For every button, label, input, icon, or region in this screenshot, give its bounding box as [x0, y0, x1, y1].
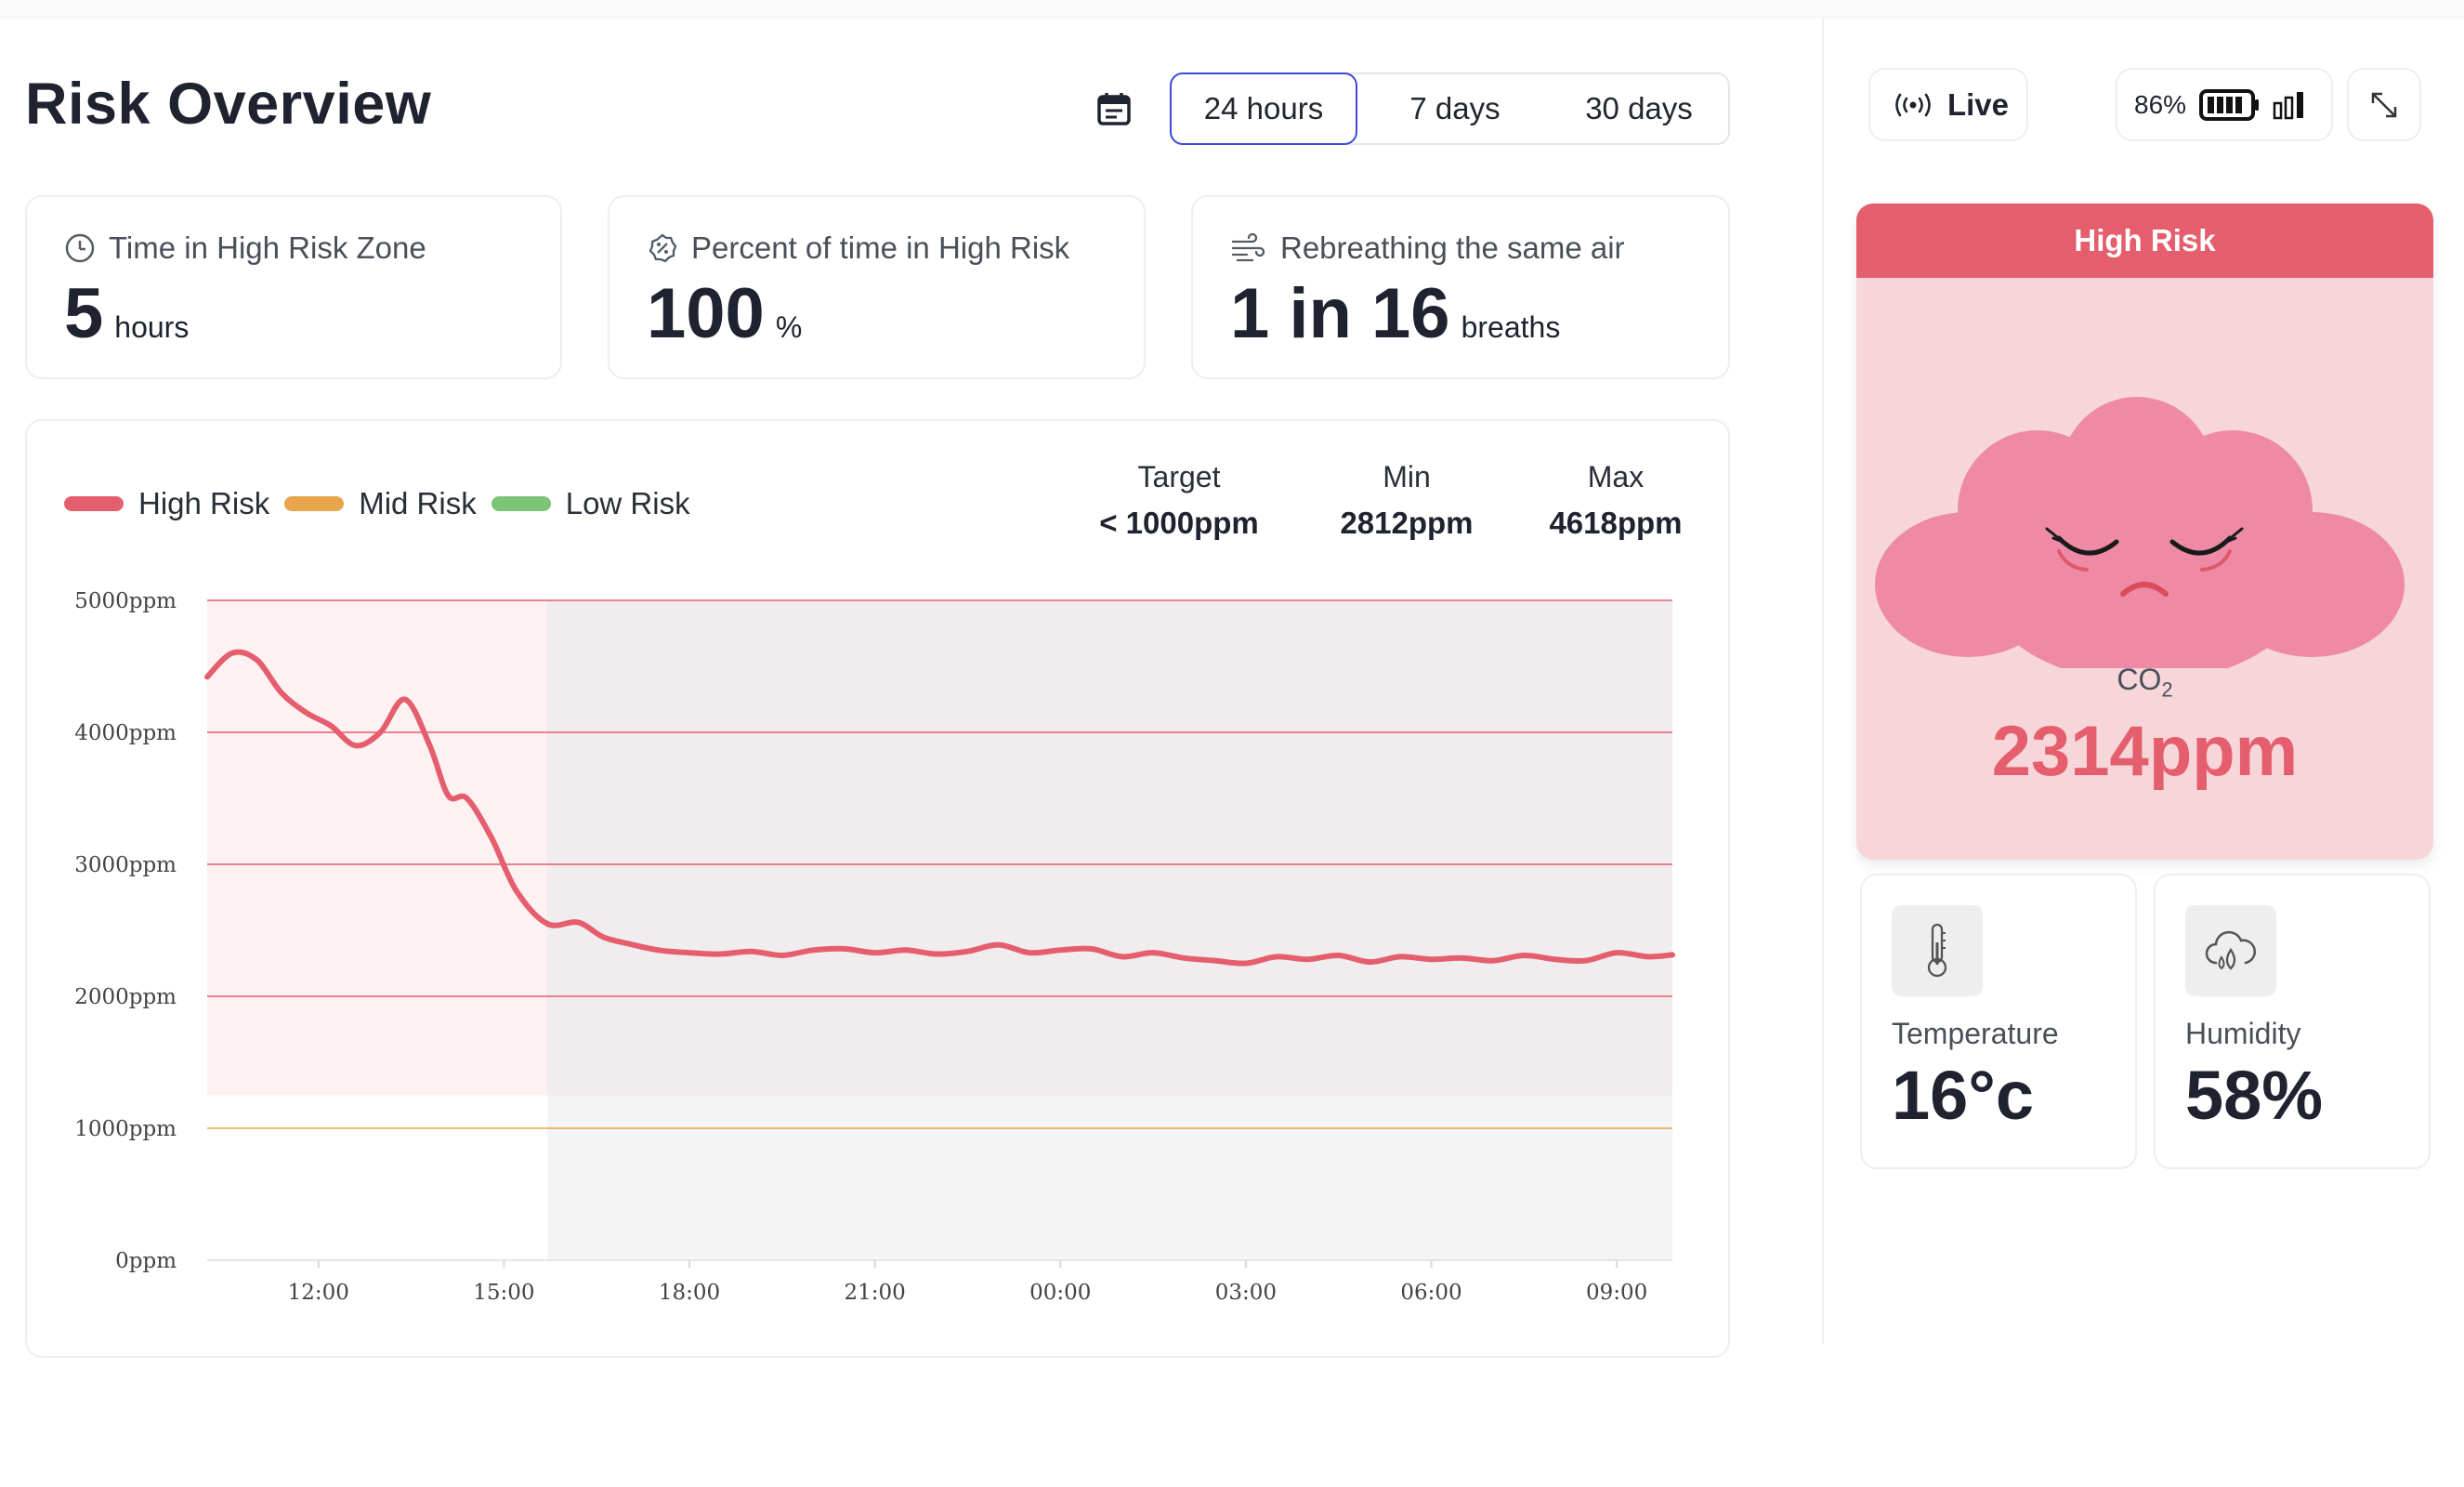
- condition-value: 58%: [2185, 1057, 2324, 1134]
- stat-label-row: Rebreathing the same air: [1230, 230, 1625, 266]
- live-label: Live: [1946, 86, 2010, 122]
- x-tick-label: 00:00: [1029, 1281, 1091, 1305]
- metric-target: Target < 1000ppm: [1095, 460, 1263, 541]
- legend-swatch: [64, 496, 124, 511]
- legend-label: Mid Risk: [359, 486, 477, 520]
- stat-unit: breaths: [1461, 310, 1561, 344]
- stat-value-row: 5 hours: [64, 273, 189, 354]
- range-30-days-button[interactable]: 30 days: [1548, 72, 1730, 145]
- metric-value: 4618ppm: [1549, 506, 1683, 540]
- sad-cloud-icon: [1875, 397, 2405, 668]
- legend-item-mid-risk: Mid Risk: [284, 486, 477, 521]
- expand-button[interactable]: [2347, 68, 2421, 141]
- thermometer-icon: [1927, 923, 1947, 978]
- stat-value: 100: [647, 274, 765, 353]
- battery-icon: [2199, 88, 2260, 121]
- legend-swatch: [491, 496, 551, 511]
- time-range-selector: 24 hours 7 days 30 days: [1170, 72, 1730, 145]
- stat-unit: %: [775, 310, 803, 344]
- legend-label: High Risk: [138, 486, 270, 520]
- y-tick-label: 4000ppm: [74, 721, 177, 745]
- live-button[interactable]: Live: [1868, 68, 2028, 141]
- calendar-icon[interactable]: [1096, 91, 1132, 126]
- x-tick-label: 06:00: [1400, 1281, 1461, 1305]
- stat-label: Time in High Risk Zone: [109, 230, 426, 265]
- metric-label: Target: [1137, 460, 1221, 493]
- clock-icon: [65, 233, 95, 263]
- range-24-hours-button[interactable]: 24 hours: [1170, 72, 1357, 145]
- stat-value: 1 in 16: [1230, 274, 1450, 353]
- current-risk-card: High Risk CO2 2314ppm: [1856, 204, 2433, 860]
- co2-label-subscript: 2: [2161, 678, 2173, 702]
- range-7-days-button[interactable]: 7 days: [1362, 72, 1548, 145]
- chart-legend: High Risk Mid Risk Low Risk: [64, 486, 705, 521]
- stat-card-rebreathing: Rebreathing the same air 1 in 16 breaths: [1191, 195, 1730, 379]
- y-tick-label: 0ppm: [115, 1249, 177, 1273]
- x-tick-label: 21:00: [844, 1281, 905, 1305]
- temperature-card: Temperature 16°c: [1860, 874, 2137, 1169]
- signal-bars-icon: [2273, 91, 2304, 119]
- stat-card-percent-high-risk: Percent of time in High Risk 100 %: [608, 195, 1146, 379]
- x-tick-label: 18:00: [659, 1281, 720, 1305]
- condition-value: 16°c: [1892, 1057, 2035, 1134]
- stat-unit: hours: [114, 310, 190, 344]
- y-tick-label: 2000ppm: [74, 985, 177, 1009]
- co2-label-text: CO: [2117, 663, 2162, 696]
- metric-value: 2812ppm: [1340, 506, 1474, 540]
- metric-max: Max 4618ppm: [1537, 460, 1695, 541]
- x-tick-label: 12:00: [288, 1281, 349, 1305]
- page-title: Risk Overview: [25, 72, 432, 137]
- y-tick-label: 1000ppm: [74, 1117, 177, 1141]
- co2-label: CO2: [1856, 663, 2433, 702]
- condition-label: Temperature: [1892, 1017, 2059, 1050]
- humidity-icon-box: [2185, 905, 2276, 996]
- humidity-cloud-icon: [2205, 930, 2257, 970]
- co2-line-chart: 0ppm 1000ppm 2000ppm 3000ppm 4000ppm 5000ppm 1…: [74, 589, 1675, 1305]
- legend-item-high-risk: High Risk: [64, 486, 269, 521]
- legend-label: Low Risk: [565, 486, 690, 520]
- stat-label-row: Time in High Risk Zone: [64, 230, 426, 266]
- stat-label: Rebreathing the same air: [1280, 230, 1625, 265]
- y-tick-label: 3000ppm: [74, 853, 177, 877]
- past-high-risk-shading: [546, 600, 1672, 1096]
- metric-label: Min: [1383, 460, 1431, 493]
- legend-item-low-risk: Low Risk: [491, 486, 690, 521]
- metric-value: < 1000ppm: [1099, 506, 1259, 540]
- y-tick-label: 5000ppm: [74, 589, 177, 613]
- panel-divider: [1822, 17, 1824, 1344]
- stat-value-row: 1 in 16 breaths: [1230, 273, 1560, 354]
- risk-level-header: High Risk: [1856, 204, 2433, 278]
- battery-percent: 86%: [2134, 89, 2187, 119]
- stat-value-row: 100 %: [647, 273, 802, 354]
- legend-swatch: [284, 496, 345, 511]
- live-broadcast-icon: [1895, 93, 1931, 116]
- metric-label: Max: [1587, 460, 1645, 493]
- x-tick-label: 15:00: [473, 1281, 534, 1305]
- stat-value: 5: [64, 274, 104, 353]
- wind-icon: [1231, 232, 1265, 262]
- co2-value: 2314ppm: [1991, 712, 2299, 791]
- humidity-card: Humidity 58%: [2154, 874, 2431, 1169]
- stat-label: Percent of time in High Risk: [691, 230, 1070, 265]
- expand-arrows-icon: [2371, 92, 2397, 117]
- thermometer-icon-box: [1892, 905, 1983, 996]
- top-bar: [0, 0, 2464, 18]
- x-tick-label: 09:00: [1586, 1281, 1647, 1305]
- stat-label-row: Percent of time in High Risk: [647, 230, 1069, 266]
- condition-label: Humidity: [2185, 1017, 2301, 1050]
- x-tick-label: 03:00: [1215, 1281, 1277, 1305]
- percent-badge-icon: [649, 233, 677, 263]
- stat-card-time-high-risk: Time in High Risk Zone 5 hours: [25, 195, 562, 379]
- device-status: 86%: [2116, 68, 2333, 141]
- metric-min: Min 2812ppm: [1328, 460, 1486, 541]
